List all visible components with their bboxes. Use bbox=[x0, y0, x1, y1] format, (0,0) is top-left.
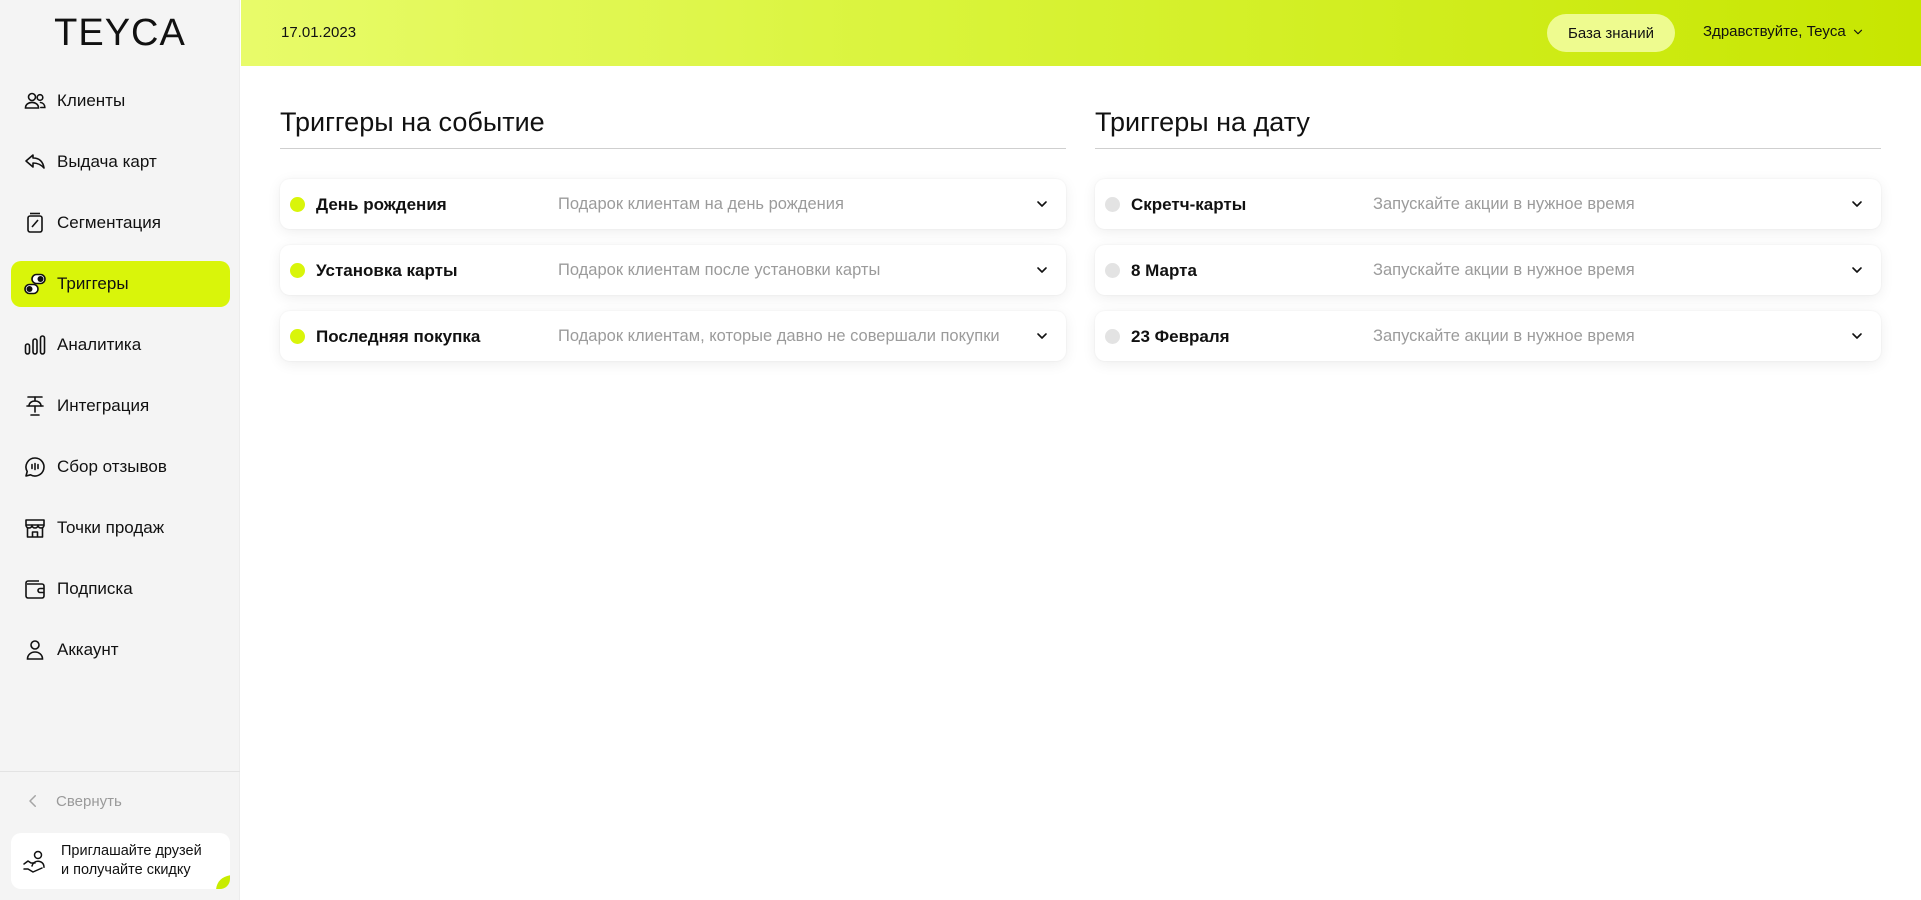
sidebar-item-label: Точки продаж bbox=[57, 518, 165, 537]
sidebar-item-integration[interactable]: Интеграция bbox=[11, 383, 230, 429]
analytics-icon bbox=[23, 333, 47, 357]
trigger-name: Установка карты bbox=[316, 261, 458, 280]
knowledge-base-button[interactable]: База знаний bbox=[1547, 14, 1675, 52]
invite-text: Приглашайте друзей и получайте скидку bbox=[61, 842, 202, 880]
sidebar-item-clients[interactable]: Клиенты bbox=[11, 78, 230, 124]
trigger-card-march-8[interactable]: 8 Марта Запускайте акции в нужное время bbox=[1095, 245, 1881, 295]
wallet-icon bbox=[23, 577, 47, 601]
trigger-description: Подарок клиентам после установки карты bbox=[558, 261, 881, 279]
sidebar: TEYCA Клиенты Выдача карт Сегментация Тр… bbox=[0, 0, 240, 900]
status-dot-inactive bbox=[1105, 197, 1120, 212]
invite-line-2: и получайте скидку bbox=[61, 862, 191, 878]
section-divider bbox=[280, 148, 1066, 149]
sidebar-item-subscription[interactable]: Подписка bbox=[11, 566, 230, 612]
trigger-description: Подарок клиентам на день рождения bbox=[558, 195, 844, 213]
card-issue-icon bbox=[23, 150, 47, 174]
triggers-icon bbox=[23, 272, 47, 296]
users-icon bbox=[23, 89, 47, 113]
sidebar-nav: Клиенты Выдача карт Сегментация Триггеры… bbox=[11, 78, 230, 688]
sidebar-item-label: Клиенты bbox=[57, 91, 126, 110]
chevron-down-icon[interactable] bbox=[1034, 262, 1050, 278]
trigger-card-card-install[interactable]: Установка карты Подарок клиентам после у… bbox=[280, 245, 1066, 295]
sidebar-item-stores[interactable]: Точки продаж bbox=[11, 505, 230, 551]
sidebar-item-label: Подписка bbox=[57, 579, 133, 598]
chevron-down-icon[interactable] bbox=[1034, 196, 1050, 212]
trigger-name: 8 Марта bbox=[1131, 261, 1197, 280]
section-divider bbox=[1095, 148, 1881, 149]
trigger-description: Запускайте акции в нужное время bbox=[1373, 327, 1635, 345]
trigger-list: День рождения Подарок клиентам на день р… bbox=[280, 179, 1066, 361]
logo[interactable]: TEYCA bbox=[0, 12, 240, 55]
status-dot-active bbox=[290, 197, 305, 212]
greeting-text: Здравствуйте, Teyca bbox=[1703, 23, 1846, 40]
section-title: Триггеры на событие bbox=[280, 107, 545, 137]
trigger-card-last-purchase[interactable]: Последняя покупка Подарок клиентам, кото… bbox=[280, 311, 1066, 361]
invite-friends-icon bbox=[23, 850, 45, 873]
current-date: 17.01.2023 bbox=[281, 24, 357, 41]
sidebar-item-reviews[interactable]: Сбор отзывов bbox=[11, 444, 230, 490]
leaf-icon bbox=[216, 875, 230, 889]
sidebar-item-label: Интеграция bbox=[57, 396, 150, 415]
sidebar-item-label: Сегментация bbox=[57, 213, 161, 232]
chevron-left-icon bbox=[29, 795, 36, 807]
chevron-down-icon bbox=[1853, 29, 1862, 34]
collapse-label: Свернуть bbox=[56, 792, 122, 810]
sidebar-item-card-issue[interactable]: Выдача карт bbox=[11, 139, 230, 185]
sidebar-item-account[interactable]: Аккаунт bbox=[11, 627, 230, 673]
invite-line-1: Приглашайте друзей bbox=[61, 843, 202, 859]
trigger-description: Запускайте акции в нужное время bbox=[1373, 195, 1635, 213]
sidebar-item-label: Выдача карт bbox=[57, 152, 157, 171]
trigger-description: Подарок клиентам, которые давно не совер… bbox=[558, 327, 1000, 345]
account-icon bbox=[23, 638, 47, 662]
chevron-down-icon[interactable] bbox=[1849, 196, 1865, 212]
chevron-down-icon[interactable] bbox=[1849, 262, 1865, 278]
invite-friends-banner[interactable]: Приглашайте друзей и получайте скидку bbox=[11, 833, 230, 889]
sidebar-item-label: Аккаунт bbox=[57, 640, 119, 659]
trigger-name: Скретч-карты bbox=[1131, 195, 1247, 214]
chevron-down-icon[interactable] bbox=[1034, 328, 1050, 344]
status-dot-inactive bbox=[1105, 263, 1120, 278]
trigger-list: Скретч-карты Запускайте акции в нужное в… bbox=[1095, 179, 1881, 361]
top-header: 17.01.2023 База знаний Здравствуйте, Tey… bbox=[241, 0, 1921, 66]
event-triggers-section: Триггеры на событие День рождения Подаро… bbox=[280, 104, 1066, 377]
trigger-name: 23 Февраля bbox=[1131, 327, 1230, 346]
trigger-name: Последняя покупка bbox=[316, 327, 481, 346]
chevron-down-icon[interactable] bbox=[1849, 328, 1865, 344]
trigger-description: Запускайте акции в нужное время bbox=[1373, 261, 1635, 279]
trigger-card-scratch-cards[interactable]: Скретч-карты Запускайте акции в нужное в… bbox=[1095, 179, 1881, 229]
user-menu[interactable]: Здравствуйте, Teyca bbox=[1703, 23, 1865, 40]
sidebar-item-segmentation[interactable]: Сегментация bbox=[11, 200, 230, 246]
collapse-sidebar-button[interactable]: Свернуть bbox=[24, 792, 122, 810]
sidebar-item-label: Аналитика bbox=[57, 335, 142, 354]
status-dot-active bbox=[290, 263, 305, 278]
trigger-card-birthday[interactable]: День рождения Подарок клиентам на день р… bbox=[280, 179, 1066, 229]
status-dot-active bbox=[290, 329, 305, 344]
store-icon bbox=[23, 516, 47, 540]
sidebar-item-label: Сбор отзывов bbox=[57, 457, 167, 476]
section-title: Триггеры на дату bbox=[1095, 107, 1310, 137]
sidebar-item-triggers[interactable]: Триггеры bbox=[11, 261, 230, 307]
integration-icon bbox=[23, 394, 47, 418]
segmentation-icon bbox=[23, 211, 47, 235]
sidebar-item-analytics[interactable]: Аналитика bbox=[11, 322, 230, 368]
reviews-icon bbox=[23, 455, 47, 479]
trigger-card-feb-23[interactable]: 23 Февраля Запускайте акции в нужное вре… bbox=[1095, 311, 1881, 361]
sidebar-divider bbox=[0, 771, 240, 772]
sidebar-item-label: Триггеры bbox=[57, 274, 129, 293]
date-triggers-section: Триггеры на дату Скретч-карты Запускайте… bbox=[1095, 104, 1881, 377]
trigger-name: День рождения bbox=[316, 195, 447, 214]
status-dot-inactive bbox=[1105, 329, 1120, 344]
